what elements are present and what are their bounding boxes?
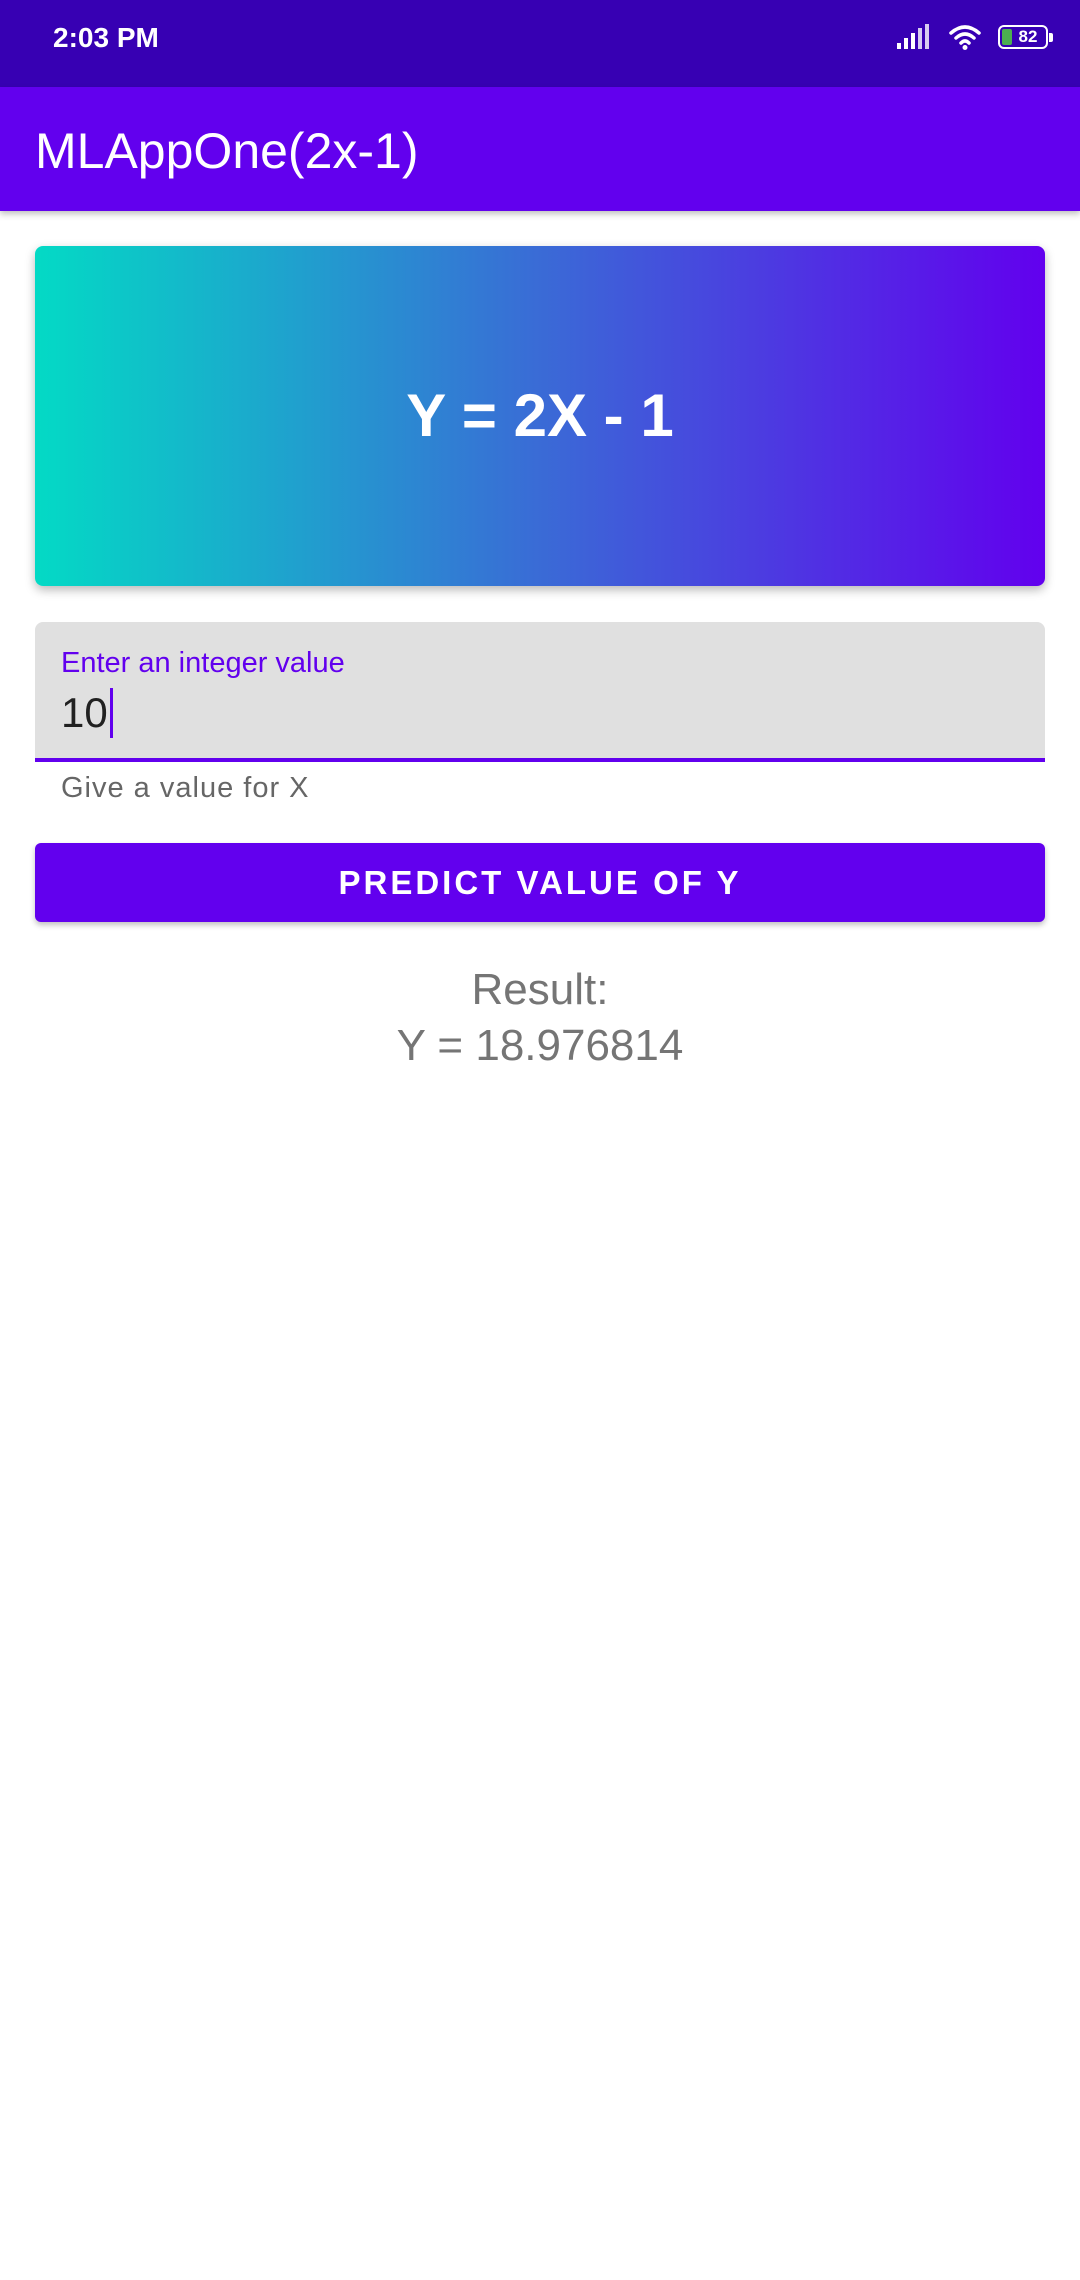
text-cursor — [109, 688, 113, 738]
app-screen: 2:03 PM 82 MLAppOne(2x-1) Y = 2X - 1 Ent… — [0, 0, 1080, 2280]
signal-icon — [897, 24, 929, 49]
input-value[interactable]: 10 — [61, 688, 113, 738]
status-icons: 82 — [896, 22, 1053, 52]
input-label: Enter an integer value — [61, 647, 345, 679]
result-heading: Result: — [471, 965, 609, 1014]
battery-level: 82 — [1018, 27, 1038, 46]
status-time: 2:03 PM — [53, 22, 159, 53]
app-bar: MLAppOne(2x-1) — [0, 87, 1080, 211]
x-value-input[interactable]: Enter an integer value 10 — [35, 622, 1045, 762]
app-title: MLAppOne(2x-1) — [35, 123, 419, 179]
battery-fill — [1002, 29, 1012, 45]
predict-button[interactable]: PREDICT VALUE OF Y — [35, 843, 1045, 922]
input-helper-text: Give a value for X — [61, 772, 310, 804]
status-bar: 2:03 PM 82 — [0, 0, 1080, 87]
result-block: Result: Y = 18.976814 — [0, 962, 1080, 1074]
formula-card: Y = 2X - 1 — [35, 246, 1045, 586]
result-value: Y = 18.976814 — [396, 1021, 684, 1070]
formula-text: Y = 2X - 1 — [406, 382, 674, 449]
wifi-icon — [949, 25, 981, 50]
battery-icon: 82 — [998, 25, 1053, 49]
input-value-text: 10 — [61, 689, 108, 736]
